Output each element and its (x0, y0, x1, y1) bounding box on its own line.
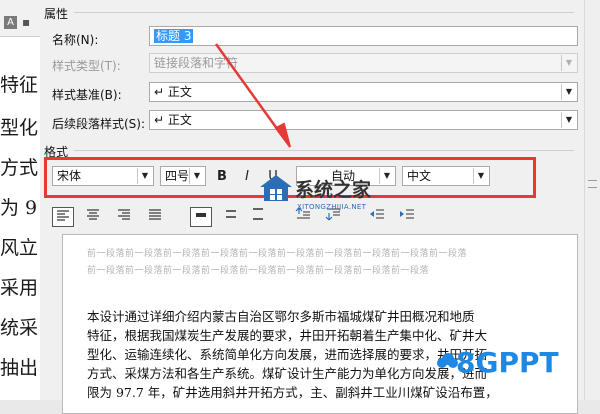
watermark-url: XITONGZHIJIA.NET (297, 203, 367, 211)
brand-cloud-icon (437, 353, 458, 368)
watermark-title: 系统之家 (295, 179, 372, 201)
house-logo-icon (260, 175, 292, 201)
watermark: 系统之家 XITONGZHIJIA.NET (259, 173, 371, 211)
brand-logo: 8GPPT (456, 346, 559, 379)
